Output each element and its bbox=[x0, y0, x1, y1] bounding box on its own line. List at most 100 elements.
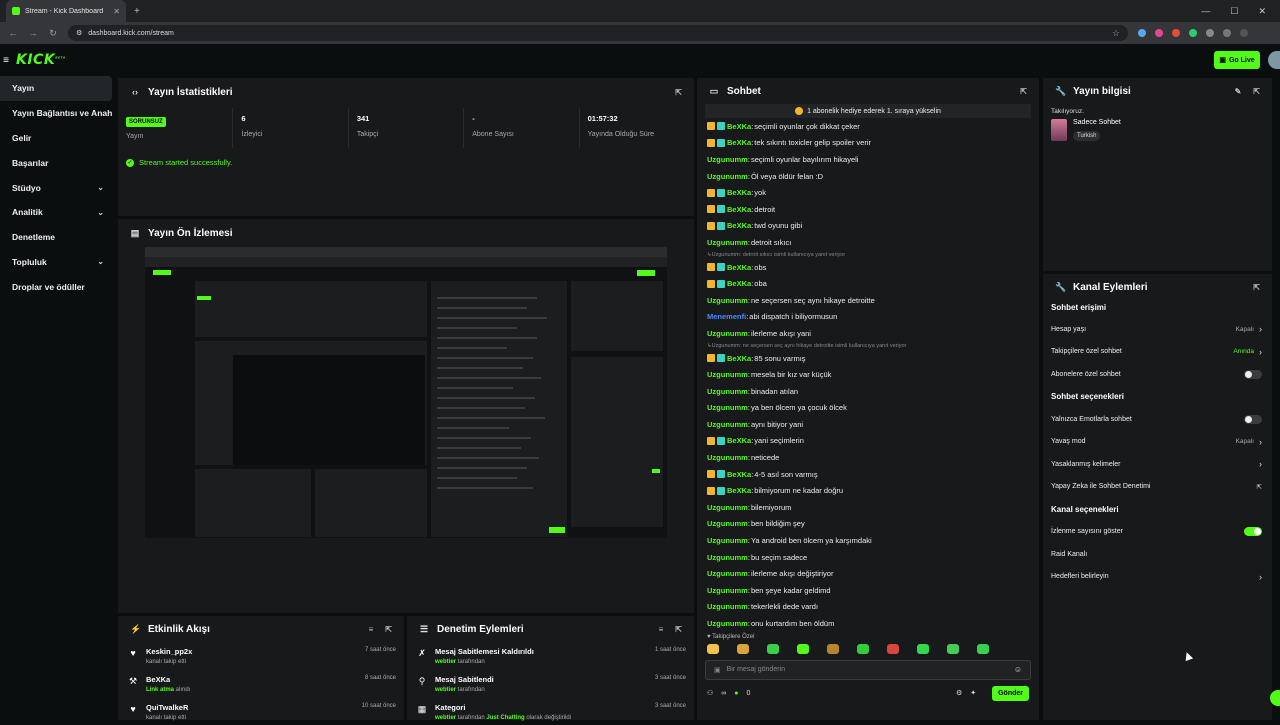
minimize-icon[interactable]: — bbox=[1201, 6, 1210, 17]
emote-icon[interactable] bbox=[857, 643, 869, 654]
external-link-icon[interactable]: ⇱ bbox=[1257, 483, 1262, 491]
setting-row[interactable]: Yalnızca Emotlarla sohbet bbox=[1043, 408, 1272, 431]
filter-icon[interactable]: ≡ bbox=[659, 625, 664, 634]
sidebar-item-studio[interactable]: Stüdyo ⌄ bbox=[0, 175, 112, 200]
toggle-switch[interactable] bbox=[1244, 414, 1262, 424]
chat-input[interactable]: ▣ Bir mesaj gönderin ☺ bbox=[705, 659, 1031, 680]
browser-tab[interactable]: Stream - Kick Dashboard ✕ bbox=[6, 0, 126, 22]
setting-row[interactable]: Hesap yaşı Kapalı › bbox=[1043, 318, 1272, 341]
chat-username[interactable]: BeXKa bbox=[727, 486, 751, 495]
hamburger-menu-icon[interactable]: ≡ bbox=[0, 55, 12, 66]
toggle-switch[interactable] bbox=[1244, 369, 1262, 379]
extensions-puzzle-icon[interactable] bbox=[1206, 29, 1214, 37]
chat-username[interactable]: Uzgunumm bbox=[707, 387, 748, 396]
emote-icon[interactable] bbox=[977, 643, 989, 654]
chat-message[interactable]: Uzgunumm: ne seçersen seç aynı hikaye de… bbox=[707, 292, 1029, 309]
chat-message[interactable]: Uzgunumm: ben bildiğim şey bbox=[707, 516, 1029, 533]
chat-message[interactable]: BeXKa: 85 sonu varmış bbox=[707, 350, 1029, 367]
chat-username[interactable]: Uzgunumm bbox=[707, 586, 748, 595]
chat-message[interactable]: Uzgunumm: detroit sıkıcı bbox=[707, 234, 1029, 251]
chat-username[interactable]: BeXKa bbox=[727, 138, 751, 147]
sidebar-item-yayin[interactable]: Yayın bbox=[0, 76, 112, 101]
chat-message[interactable]: Uzgunumm: mesela bir kız var küçük bbox=[707, 366, 1029, 383]
sidebar-item-revenue[interactable]: Gelir bbox=[0, 126, 112, 151]
setting-row[interactable]: Yavaş mod Kapalı › bbox=[1043, 430, 1272, 453]
chat-message[interactable]: Uzgunumm: neticede bbox=[707, 449, 1029, 466]
sidebar-item-moderation[interactable]: Denetleme bbox=[0, 225, 112, 250]
chat-username[interactable]: Uzgunumm bbox=[707, 420, 748, 429]
sidebar-item-stream-key[interactable]: Yayın Bağlantısı ve Anahtarı bbox=[0, 101, 112, 126]
extension-icon[interactable] bbox=[1138, 29, 1146, 37]
chat-username[interactable]: BeXKa bbox=[727, 122, 751, 131]
chat-username[interactable]: Uzgunumm bbox=[707, 453, 748, 462]
chat-message[interactable]: BeXKa: obs bbox=[707, 259, 1029, 276]
setting-row[interactable]: Yapay Zeka ile Sohbet Denetimi ⇱ bbox=[1043, 476, 1272, 499]
chat-username[interactable]: Uzgunumm bbox=[707, 403, 748, 412]
chat-message[interactable]: BeXKa: bilmiyorum ne kadar doğru bbox=[707, 482, 1029, 499]
back-icon[interactable]: ← bbox=[8, 28, 18, 38]
settings-gear-icon[interactable]: ⚙ bbox=[956, 689, 962, 697]
popout-icon[interactable]: ⇱ bbox=[1253, 87, 1260, 96]
chat-tools-icon[interactable]: ✦ bbox=[970, 689, 976, 697]
bookmark-star-icon[interactable]: ☆ bbox=[1112, 28, 1120, 39]
chat-message[interactable]: BeXKa: seçimli oyunlar çok dikkat çeker bbox=[707, 118, 1029, 135]
chat-message[interactable]: Uzgunumm: onu kurtardım ben öldüm bbox=[707, 615, 1029, 632]
emoji-icon[interactable]: ☺ bbox=[1014, 665, 1022, 674]
close-tab-icon[interactable]: ✕ bbox=[113, 7, 120, 16]
chat-message[interactable]: Uzgunumm: Öl veya öldür felan :D bbox=[707, 168, 1029, 185]
chat-username[interactable]: Uzgunumm bbox=[707, 296, 748, 305]
chat-username[interactable]: Uzgunumm bbox=[707, 602, 748, 611]
emote-icon[interactable] bbox=[887, 643, 899, 654]
chat-username[interactable]: BeXKa bbox=[727, 205, 751, 214]
chat-message[interactable]: BeXKa: 4-5 asıl son varmış bbox=[707, 466, 1029, 483]
emote-icon[interactable] bbox=[797, 643, 809, 654]
chat-message[interactable]: Uzgunumm: ilerleme akışı değiştiriyor bbox=[707, 565, 1029, 582]
chat-username[interactable]: Uzgunumm bbox=[707, 553, 748, 562]
popout-icon[interactable]: ⇱ bbox=[1020, 87, 1027, 96]
toggle-switch[interactable] bbox=[1244, 526, 1262, 536]
chat-message[interactable]: BeXKa: yok bbox=[707, 184, 1029, 201]
emote-icon[interactable] bbox=[767, 643, 779, 654]
profile-icon[interactable] bbox=[1223, 29, 1231, 37]
site-info-icon[interactable]: ⚙ bbox=[76, 29, 82, 37]
forward-icon[interactable]: → bbox=[28, 28, 38, 38]
chat-message[interactable]: Uzgunumm: tekerlekli dede vardı bbox=[707, 599, 1029, 616]
chat-username[interactable]: Menemenfi bbox=[707, 312, 746, 321]
chat-message[interactable]: Uzgunumm: ilerleme akışı yani bbox=[707, 325, 1029, 342]
pinned-message[interactable]: 1 abonelik hediye ederek 1. sıraya yükse… bbox=[705, 104, 1031, 118]
emote-icon[interactable] bbox=[827, 643, 839, 654]
extension-icon[interactable] bbox=[1172, 29, 1180, 37]
new-tab-icon[interactable]: + bbox=[134, 6, 140, 17]
sidebar-item-community[interactable]: Topluluk ⌄ bbox=[0, 250, 112, 275]
chat-message[interactable]: Uzgunumm: ben şeye kadar geldimd bbox=[707, 582, 1029, 599]
users-icon[interactable]: ⚇ bbox=[707, 689, 713, 697]
setting-row[interactable]: Hedefleri belirleyin › bbox=[1043, 565, 1272, 588]
extension-icon[interactable] bbox=[1189, 29, 1197, 37]
chat-message[interactable]: Uzgunumm: aynı bitiyor yani bbox=[707, 416, 1029, 433]
avatar[interactable] bbox=[1268, 51, 1280, 69]
chat-message[interactable]: BeXKa: tek sıkıntı toxicler gelip spoile… bbox=[707, 135, 1029, 152]
chat-username[interactable]: Uzgunumm bbox=[707, 619, 748, 628]
close-window-icon[interactable]: ✕ bbox=[1258, 6, 1266, 17]
chat-username[interactable]: BeXKa bbox=[727, 354, 751, 363]
setting-row[interactable]: Takipçilere özel sohbet Anında › bbox=[1043, 341, 1272, 364]
chat-message[interactable]: BeXKa: yani seçimlerin bbox=[707, 433, 1029, 450]
emote-icon[interactable] bbox=[737, 643, 749, 654]
help-fab-button[interactable] bbox=[1270, 690, 1280, 706]
emote-icon[interactable] bbox=[947, 643, 959, 654]
popout-icon[interactable]: ⇱ bbox=[385, 625, 392, 634]
setting-row[interactable]: İzlenme sayısını göster bbox=[1043, 520, 1272, 543]
chat-message[interactable]: Uzgunumm: bilemiyorum bbox=[707, 499, 1029, 516]
menu-icon[interactable] bbox=[1240, 29, 1248, 37]
chat-username[interactable]: Uzgunumm bbox=[707, 536, 748, 545]
go-live-button[interactable]: ▣ Go Live bbox=[1214, 51, 1260, 69]
emote-icon[interactable] bbox=[917, 643, 929, 654]
chat-username[interactable]: Uzgunumm bbox=[707, 238, 748, 247]
chat-username[interactable]: BeXKa bbox=[727, 436, 751, 445]
reload-icon[interactable]: ↻ bbox=[48, 28, 58, 39]
sidebar-item-drops[interactable]: Droplar ve ödüller bbox=[0, 274, 112, 299]
chat-username[interactable]: BeXKa bbox=[727, 188, 751, 197]
chat-message[interactable]: Uzgunumm: ya ben ölcem ya çocuk ölcek bbox=[707, 400, 1029, 417]
stream-preview-video[interactable] bbox=[145, 247, 667, 538]
chat-message[interactable]: Uzgunumm: seçimli oyunlar bayılırım hika… bbox=[707, 151, 1029, 168]
